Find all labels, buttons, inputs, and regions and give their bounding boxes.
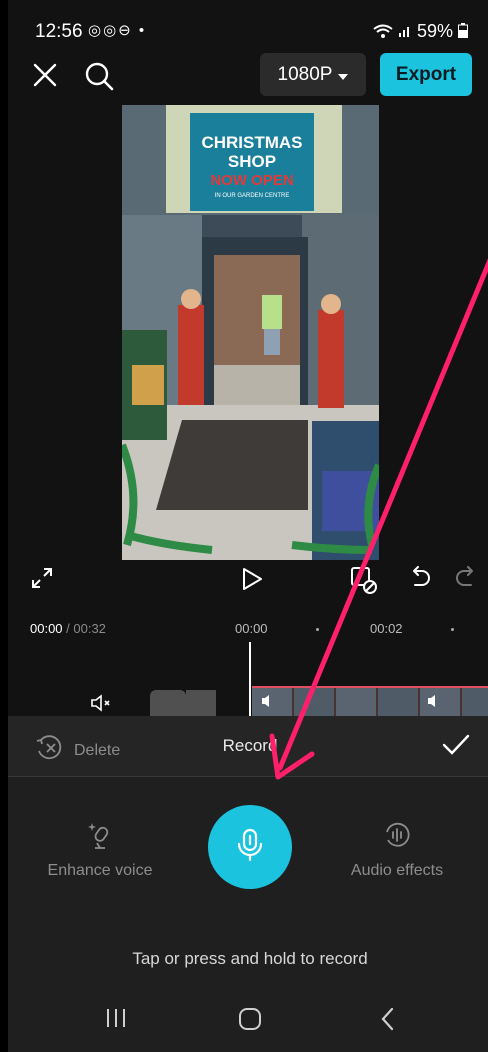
redo-icon[interactable]: [454, 566, 478, 596]
sign-line-2: SHOP: [228, 152, 276, 171]
record-panel: Delete Record Enhance voice Audio effect…: [8, 716, 488, 1052]
close-icon[interactable]: [30, 60, 60, 90]
timeline[interactable]: 00:00 / 00:32 00:00 00:02: [8, 612, 488, 720]
timeline-tick: 00:02: [370, 621, 403, 636]
recent-apps-icon[interactable]: [104, 1007, 128, 1034]
play-icon[interactable]: [240, 566, 264, 596]
timeline-tick: 00:00: [235, 621, 268, 636]
fullscreen-icon[interactable]: [30, 566, 54, 596]
playhead[interactable]: [249, 642, 251, 718]
enhance-voice-button[interactable]: Enhance voice: [30, 820, 170, 880]
keyframe-disabled-icon[interactable]: [350, 566, 380, 596]
timeline-dot: [451, 628, 454, 631]
sign-line-1: CHRISTMAS: [201, 133, 302, 152]
export-button[interactable]: Export: [380, 53, 472, 96]
record-panel-header: Delete Record: [8, 716, 488, 777]
audio-effects-icon: [327, 820, 467, 850]
status-right: 59%: [373, 21, 468, 42]
battery-percent: 59%: [416, 21, 453, 41]
notification-icons: ◎◎⊖ •: [88, 22, 147, 39]
caret-down-icon: [338, 64, 349, 86]
sign-line-3: NOW OPEN: [210, 172, 293, 189]
status-time: 12:56: [35, 21, 83, 42]
timeline-dot: [316, 628, 319, 631]
cover-thumbnail-edit[interactable]: [186, 690, 216, 718]
battery-icon: [458, 21, 468, 41]
sign-line-4: IN OUR GARDEN CENTRE: [215, 193, 290, 199]
undo-icon[interactable]: [408, 566, 432, 596]
record-hint: Tap or press and hold to record: [132, 949, 368, 968]
preview-frame-image: CHRISTMAS SHOP NOW OPEN IN OUR GARDEN CE…: [122, 105, 379, 560]
panel-title: Record: [222, 736, 278, 755]
wifi-icon: [373, 21, 398, 41]
audio-effects-button[interactable]: Audio effects: [327, 820, 467, 880]
signal-icon: [398, 21, 417, 41]
mute-clip-audio-icon[interactable]: [90, 694, 116, 717]
video-preview[interactable]: CHRISTMAS SHOP NOW OPEN IN OUR GARDEN CE…: [122, 105, 379, 560]
back-icon[interactable]: [378, 1007, 398, 1036]
resolution-dropdown[interactable]: 1080P: [260, 53, 366, 96]
video-clip-track[interactable]: [252, 686, 488, 720]
microphone-icon: [235, 828, 265, 867]
audio-effects-label: Audio effects: [350, 862, 444, 879]
enhance-voice-label: Enhance voice: [47, 862, 153, 879]
resolution-label: 1080P: [277, 63, 333, 85]
total-time: / 00:32: [62, 621, 106, 636]
timecode: 00:00 / 00:32: [30, 621, 106, 636]
cover-thumbnail[interactable]: [150, 690, 186, 718]
search-icon[interactable]: [83, 60, 115, 92]
home-icon[interactable]: [238, 1007, 262, 1036]
app-screen: 12:56 ◎◎⊖ • 59% 1080P Export CHRISTMAS S…: [8, 0, 488, 1052]
record-button[interactable]: [208, 805, 292, 889]
checkmark-icon[interactable]: [442, 733, 470, 762]
enhance-voice-icon: [30, 820, 170, 850]
current-time: 00:00: [30, 621, 63, 636]
status-bar: 12:56 ◎◎⊖ • 59%: [8, 0, 488, 60]
